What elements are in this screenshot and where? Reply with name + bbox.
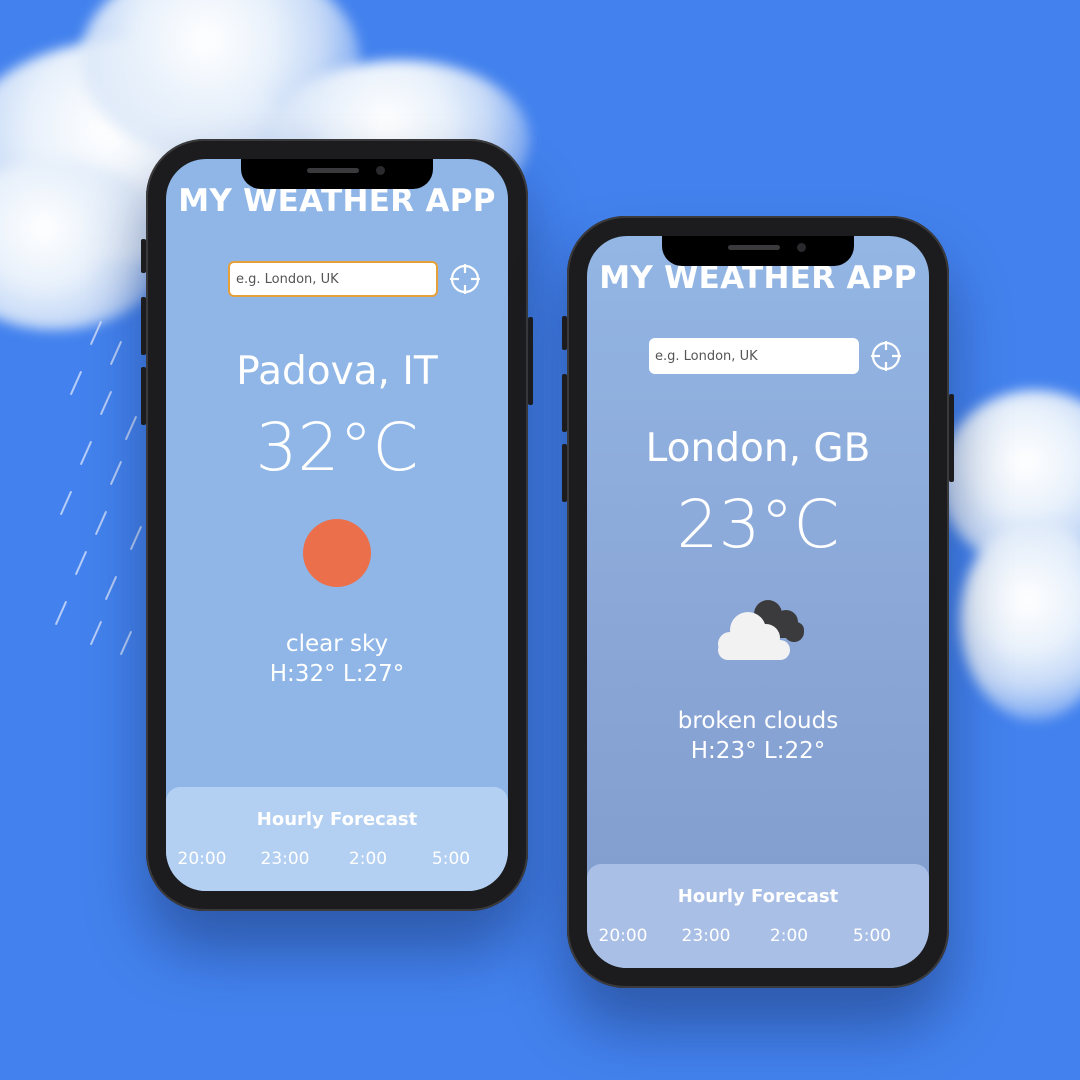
side-button — [528, 317, 533, 405]
weather-summary: broken clouds H:23° L:22° — [587, 706, 929, 766]
weather-summary: clear sky H:32° L:27° — [166, 629, 508, 689]
side-button — [562, 374, 567, 432]
hourly-forecast-panel: Hourly Forecast 20:00 23:00 2:00 5:00 — [166, 787, 508, 891]
side-button — [141, 367, 146, 425]
side-button — [949, 394, 954, 482]
sun-icon — [182, 889, 222, 891]
broken-clouds-icon — [718, 600, 804, 660]
high-low-temperature: H:23° L:22° — [690, 738, 826, 764]
screen: MY WEATHER APP London, GB 23°C — [587, 236, 929, 968]
moon-icon — [431, 889, 471, 891]
side-button — [562, 316, 567, 350]
hourly-forecast-title: Hourly Forecast — [256, 809, 418, 830]
search-row — [166, 261, 508, 297]
hourly-time: 2:00 — [348, 849, 388, 869]
high-low-temperature: H:32° L:27° — [269, 661, 405, 687]
hourly-time: 20:00 — [177, 849, 227, 869]
hourly-time: 5:00 — [431, 849, 471, 869]
phone-left: MY WEATHER APP Padova, IT 32°C clear sky… — [141, 139, 533, 911]
phone-right: MY WEATHER APP London, GB 23°C — [562, 216, 954, 988]
hourly-item: 20:00 — [166, 849, 242, 869]
hourly-forecast-title: Hourly Forecast — [677, 886, 839, 907]
hourly-item: 20:00 — [587, 926, 663, 946]
weather-description: clear sky — [285, 631, 389, 657]
side-button — [141, 297, 146, 355]
search-input[interactable] — [228, 261, 438, 297]
location-crosshair-icon[interactable] — [449, 263, 481, 295]
moon-icon — [265, 889, 305, 891]
hourly-time: 23:00 — [260, 849, 310, 869]
search-input[interactable] — [649, 338, 859, 374]
cloud-icon — [686, 966, 726, 968]
hourly-item: 23:00 — [245, 849, 325, 869]
hourly-item: 5:00 — [411, 849, 491, 869]
moon-icon — [769, 966, 809, 968]
moon-icon — [852, 966, 892, 968]
hourly-item: 2:00 — [749, 926, 829, 946]
side-button — [562, 444, 567, 502]
hourly-time: 2:00 — [769, 926, 809, 946]
hourly-item: 2:00 — [328, 849, 408, 869]
location-crosshair-icon[interactable] — [870, 340, 902, 372]
city-name: London, GB — [645, 426, 871, 471]
hourly-time: 23:00 — [681, 926, 731, 946]
hourly-time: 5:00 — [852, 926, 892, 946]
hourly-time: 20:00 — [598, 926, 648, 946]
hourly-item: 23:00 — [666, 926, 746, 946]
search-row — [587, 338, 929, 374]
notch — [241, 159, 433, 189]
side-button — [141, 239, 146, 273]
current-temperature: 32°C — [255, 409, 419, 486]
rain-decoration — [54, 320, 155, 660]
notch — [662, 236, 854, 266]
broken-clouds-icon — [603, 966, 643, 968]
hourly-item: 5:00 — [832, 926, 912, 946]
hourly-forecast-panel: Hourly Forecast 20:00 23:00 2:00 5:00 — [587, 864, 929, 968]
weather-description: broken clouds — [677, 708, 839, 734]
city-name: Padova, IT — [236, 349, 438, 394]
moon-icon — [348, 889, 388, 891]
current-temperature: 23°C — [676, 486, 840, 563]
sun-icon — [303, 519, 371, 587]
screen: MY WEATHER APP Padova, IT 32°C clear sky… — [166, 159, 508, 891]
